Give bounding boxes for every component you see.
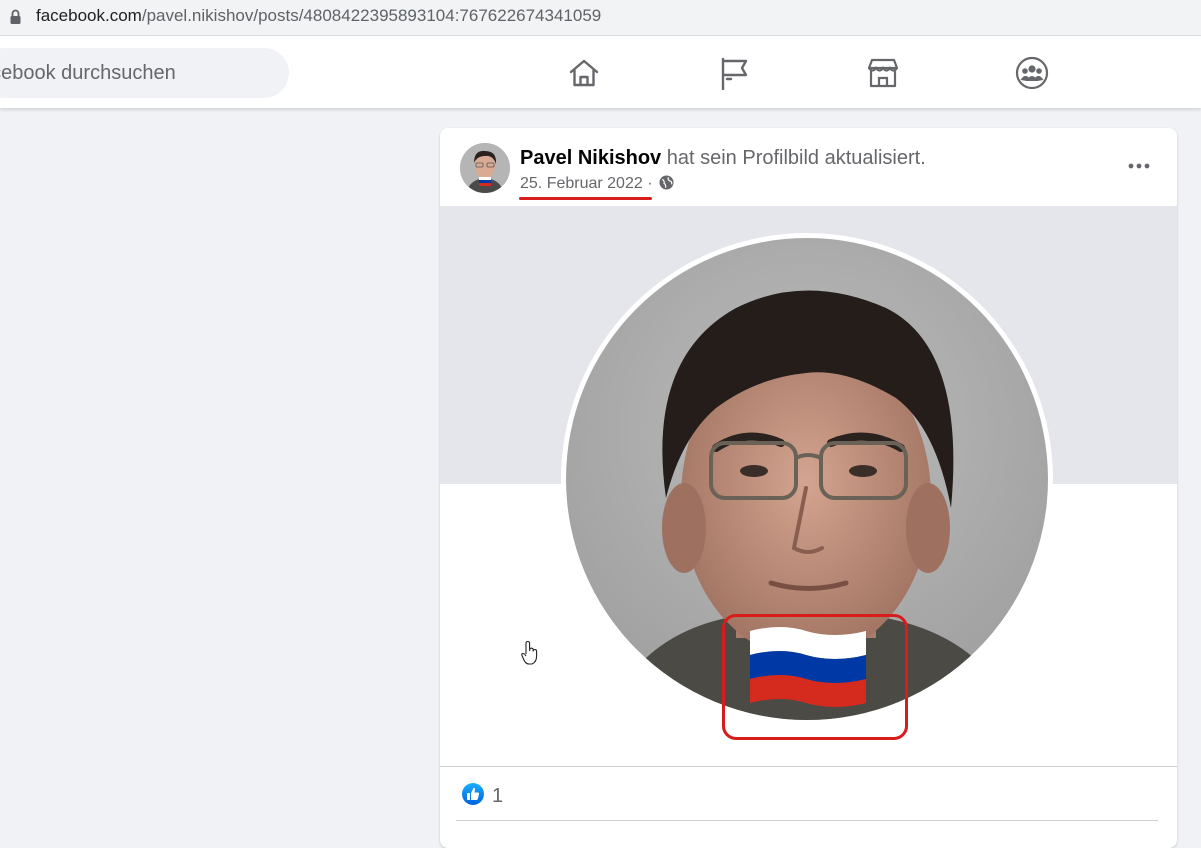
globe-icon — [659, 175, 674, 190]
home-icon[interactable] — [567, 56, 601, 90]
url-text[interactable]: facebook.com/pavel.nikishov/posts/480842… — [36, 6, 601, 26]
like-reaction-icon[interactable] — [462, 783, 484, 805]
pages-flag-icon[interactable] — [717, 56, 751, 90]
post-header: Pavel Nikishov hat sein Profilbild aktua… — [520, 146, 926, 170]
post-meta: 25. Februar 2022 · — [520, 174, 674, 194]
date-highlight-underline — [519, 197, 652, 200]
search-placeholder: acebook durchsuchen — [0, 62, 176, 84]
browser-address-bar[interactable]: facebook.com/pavel.nikishov/posts/480842… — [0, 0, 1201, 36]
post-action-text: hat sein Profilbild aktualisiert. — [666, 147, 926, 169]
marketplace-icon[interactable] — [866, 56, 900, 90]
like-count[interactable]: 1 — [492, 784, 503, 808]
meta-separator: · — [642, 175, 657, 192]
author-avatar[interactable] — [460, 143, 510, 193]
facebook-top-nav: acebook durchsuchen — [0, 36, 1201, 108]
divider — [440, 766, 1177, 767]
author-name-link[interactable]: Pavel Nikishov — [520, 147, 661, 169]
divider — [456, 820, 1158, 821]
url-host: facebook.com — [36, 6, 142, 25]
search-input[interactable]: acebook durchsuchen — [0, 48, 289, 98]
lock-icon — [10, 9, 21, 24]
post-card: Pavel Nikishov hat sein Profilbild aktua… — [440, 128, 1177, 848]
groups-icon[interactable] — [1015, 56, 1049, 90]
hand-cursor-icon — [521, 640, 538, 665]
flag-highlight-box — [722, 614, 908, 740]
post-date-link[interactable]: 25. Februar 2022 — [520, 175, 643, 192]
url-path: /pavel.nikishov/posts/4808422395893104:7… — [141, 6, 602, 25]
more-options-icon[interactable] — [1127, 156, 1151, 176]
